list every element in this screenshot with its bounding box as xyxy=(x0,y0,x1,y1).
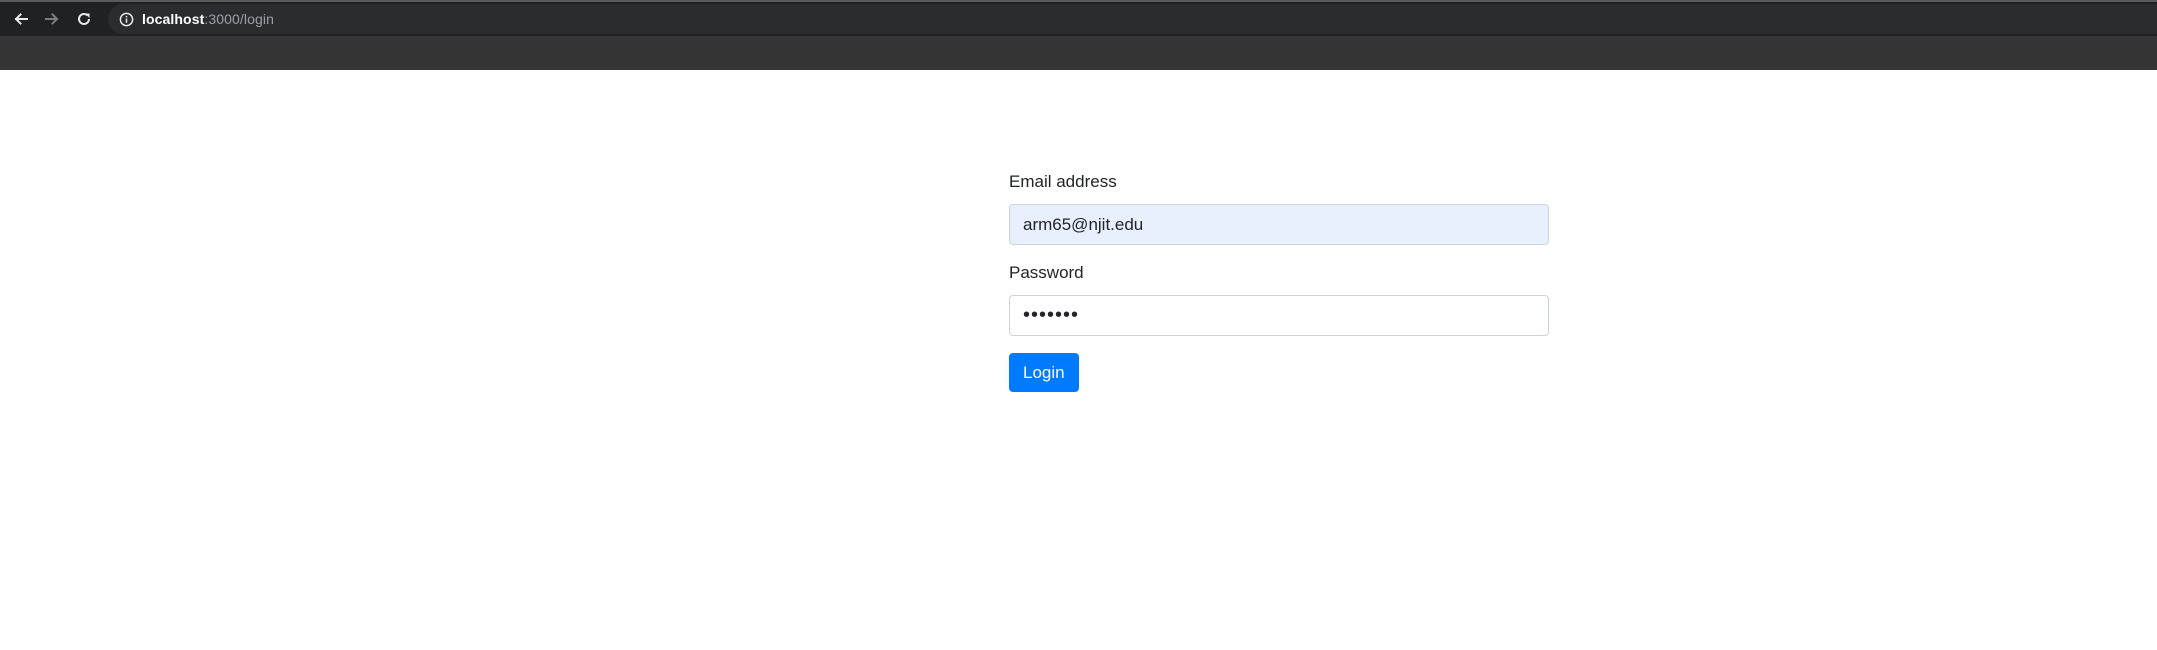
browser-toolbar: localhost:3000/login xyxy=(0,0,2157,36)
password-label: Password xyxy=(1009,263,1084,282)
address-bar[interactable]: localhost:3000/login xyxy=(108,4,2157,34)
back-button[interactable] xyxy=(6,5,36,33)
email-field[interactable] xyxy=(1009,204,1549,245)
reload-icon xyxy=(76,11,92,27)
browser-chrome: localhost:3000/login xyxy=(0,0,2157,70)
email-group: Email address xyxy=(1009,170,1549,245)
reload-button[interactable] xyxy=(69,5,99,33)
password-field[interactable] xyxy=(1009,295,1549,336)
login-form: Email address Password Login xyxy=(1009,170,1549,392)
forward-button[interactable] xyxy=(37,5,67,33)
forward-arrow-icon xyxy=(44,11,60,27)
email-label: Email address xyxy=(1009,172,1117,191)
password-group: Password xyxy=(1009,261,1549,336)
back-arrow-icon xyxy=(13,11,29,27)
url-path: :3000/login xyxy=(204,11,274,27)
url-host: localhost xyxy=(142,11,205,27)
info-icon[interactable] xyxy=(118,11,134,27)
window-top-edge xyxy=(0,0,2157,2)
url-text: localhost:3000/login xyxy=(142,11,274,27)
login-button[interactable]: Login xyxy=(1009,353,1079,392)
